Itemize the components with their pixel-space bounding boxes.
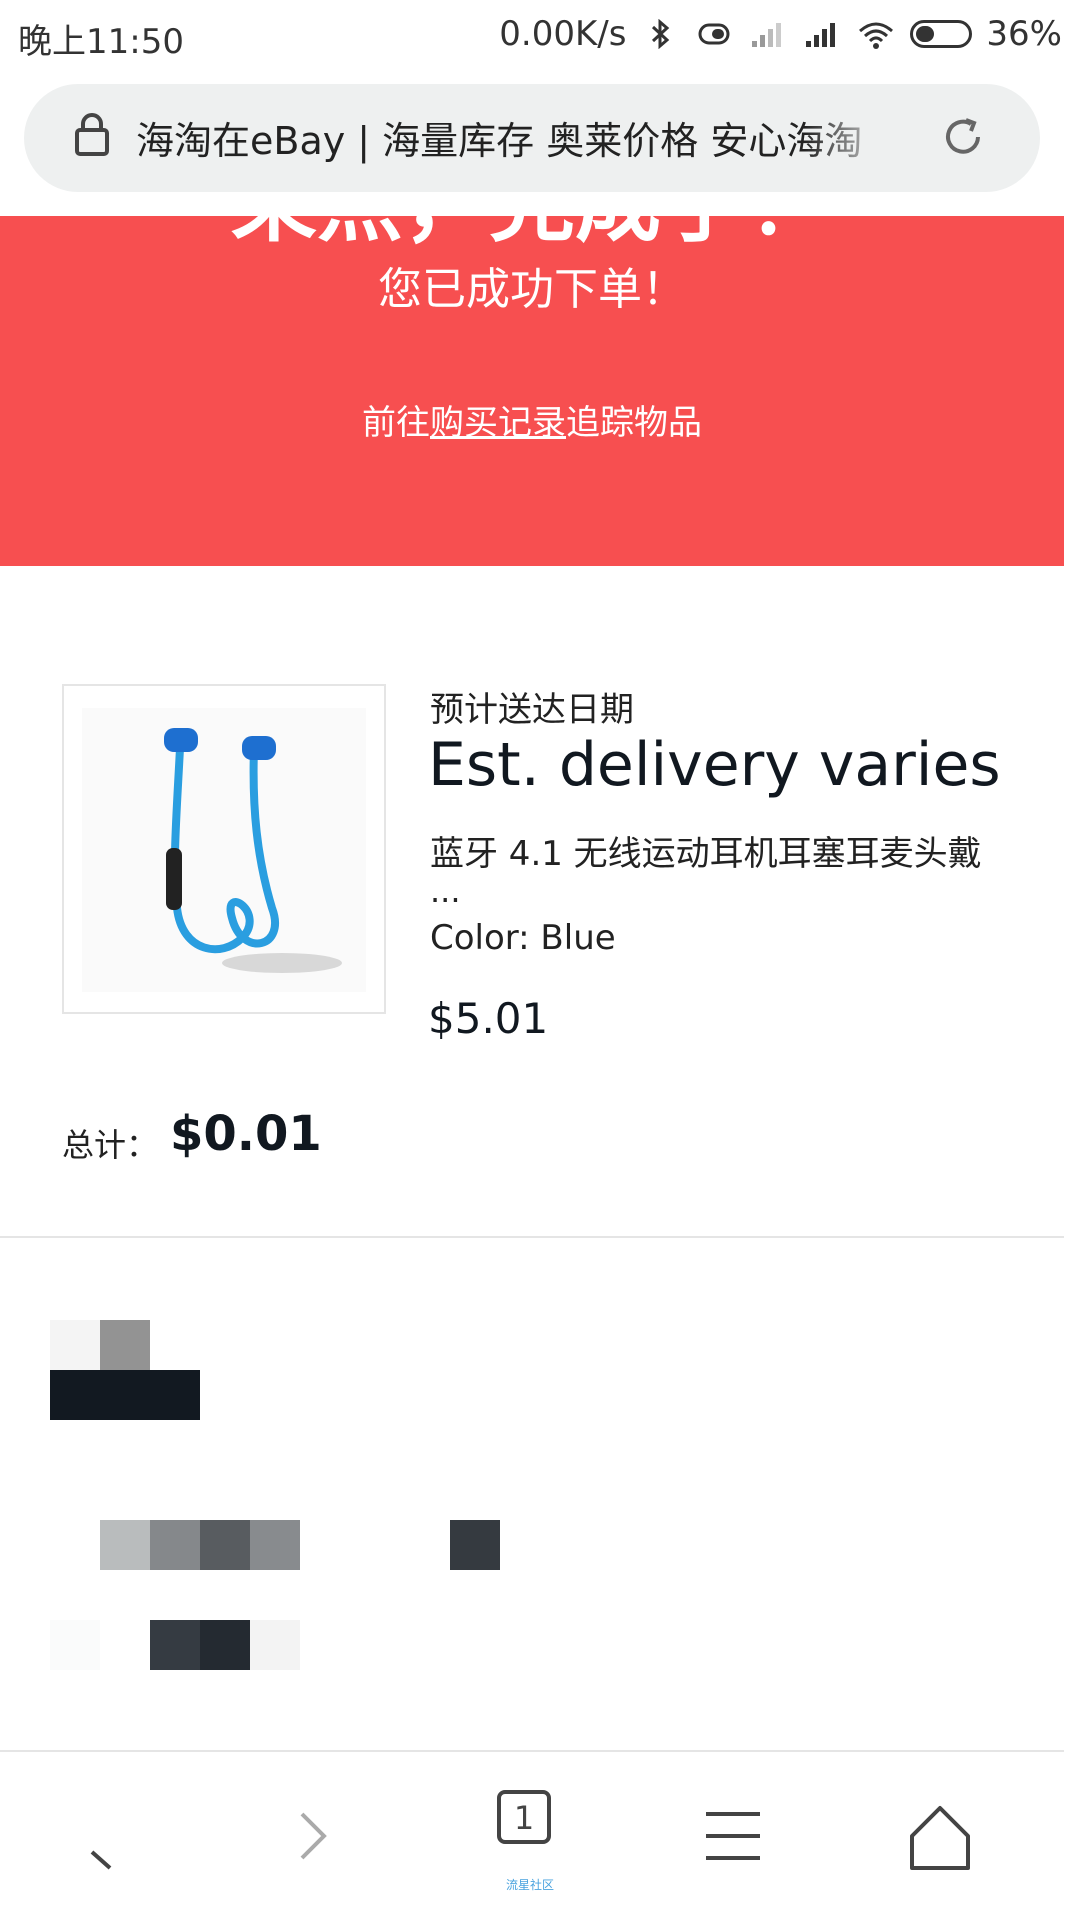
pixel-block bbox=[50, 1370, 200, 1420]
purchase-history-line: 前往购买记录追踪物品 bbox=[0, 400, 1064, 446]
lock-icon bbox=[75, 113, 109, 156]
status-bar: 晚上11:50 0.00K/s 36% bbox=[0, 0, 1080, 72]
battery-percent: 36% bbox=[986, 14, 1062, 54]
order-confirmation-banner: 呆点，完成了！ 您已成功下单！ 前往购买记录追踪物品 bbox=[0, 216, 1064, 566]
link-suffix: 追踪物品 bbox=[566, 403, 702, 443]
total-label: 总计： bbox=[62, 1126, 159, 1164]
product-price: $5.01 bbox=[428, 994, 549, 1043]
pixel-block bbox=[200, 1620, 250, 1670]
browser-bottom-nav: 1 bbox=[0, 1750, 1064, 1922]
product-title[interactable]: 蓝牙 4.1 无线运动耳机耳塞耳麦头戴 bbox=[430, 826, 1030, 875]
vibrate-icon bbox=[698, 23, 730, 45]
battery-icon bbox=[910, 20, 973, 48]
purchase-history-link[interactable]: 购买记录 bbox=[430, 403, 566, 443]
reload-icon[interactable] bbox=[940, 114, 986, 160]
banner-subheading: 您已成功下单！ bbox=[378, 264, 686, 315]
pixel-block bbox=[150, 1520, 200, 1570]
eta-value: Est. delivery varies bbox=[428, 730, 1001, 800]
bluetooth-icon bbox=[652, 19, 670, 49]
status-icons: 0.00K/s 36% bbox=[499, 14, 1062, 54]
earphones-image bbox=[82, 708, 366, 992]
address-bar[interactable]: 海淘在eBay | 海量库存 奥莱价格 安心海淘 bbox=[24, 84, 1040, 192]
product-color: Color: Blue bbox=[430, 918, 616, 958]
product-thumbnail[interactable] bbox=[62, 684, 386, 1014]
earphones-icon bbox=[164, 728, 342, 973]
pixel-block bbox=[100, 1520, 150, 1570]
back-icon[interactable] bbox=[62, 1790, 152, 1880]
banner-heading: 呆点，完成了！ bbox=[0, 216, 1064, 254]
product-title-ellipsis: ... bbox=[430, 872, 461, 910]
menu-icon[interactable] bbox=[694, 1790, 784, 1880]
link-prefix: 前往 bbox=[362, 403, 430, 443]
pixel-block bbox=[50, 1620, 100, 1670]
pixel-block bbox=[250, 1620, 300, 1670]
tab-count: 1 bbox=[497, 1790, 551, 1844]
signal-icon bbox=[752, 23, 782, 47]
network-speed: 0.00K/s bbox=[499, 14, 627, 54]
eta-label: 预计送达日期 bbox=[430, 690, 634, 730]
tabs-button[interactable]: 1 bbox=[497, 1790, 587, 1880]
pixel-block bbox=[450, 1520, 500, 1570]
page-title[interactable]: 海淘在eBay | 海量库存 奥莱价格 安心海淘 bbox=[136, 110, 896, 166]
status-time: 晚上11:50 bbox=[18, 22, 184, 62]
pixel-block bbox=[200, 1520, 250, 1570]
wifi-icon bbox=[859, 22, 894, 49]
pixel-block bbox=[50, 1320, 100, 1370]
home-icon[interactable] bbox=[900, 1790, 990, 1880]
pixel-block bbox=[100, 1320, 150, 1370]
watermark: 流星社区 bbox=[506, 1878, 555, 1892]
signal-icon bbox=[806, 23, 836, 47]
forward-icon[interactable] bbox=[268, 1790, 358, 1880]
section-divider bbox=[0, 1236, 1064, 1238]
pixel-block bbox=[250, 1520, 300, 1570]
total-value: $0.01 bbox=[170, 1106, 322, 1162]
pixel-block bbox=[150, 1620, 200, 1670]
